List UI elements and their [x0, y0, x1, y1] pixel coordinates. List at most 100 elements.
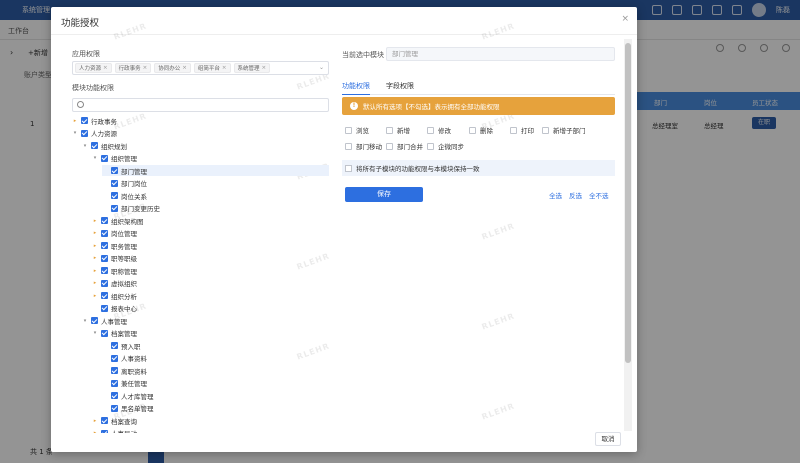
permission-checkbox[interactable]: 修改	[427, 125, 451, 135]
checkbox[interactable]	[101, 429, 108, 433]
scrollbar-thumb[interactable]	[625, 43, 631, 363]
checkbox[interactable]	[345, 126, 352, 134]
checkbox[interactable]	[111, 167, 118, 174]
caret-right-icon[interactable]: ▸	[92, 430, 98, 433]
sync-submodules-checkbox[interactable]: 将所有子模块的功能权限与本模块保持一致	[342, 160, 615, 176]
tree-node[interactable]: ▾ 人力资源	[72, 128, 117, 139]
tree-node[interactable]: 报表中心	[92, 303, 137, 314]
tree-node[interactable]: ▾ 人事管理	[82, 315, 127, 326]
tag-remove-icon[interactable]: ×	[222, 65, 227, 71]
checkbox[interactable]	[111, 204, 118, 212]
permission-checkbox[interactable]: 浏览	[345, 125, 369, 135]
permission-checkbox[interactable]: 新增子部门	[542, 125, 586, 135]
select-all-link[interactable]: 全选	[549, 190, 562, 200]
tree-node[interactable]: 离职资料	[102, 365, 147, 376]
checkbox[interactable]	[111, 367, 118, 374]
cancel-button[interactable]: 取消	[595, 432, 621, 446]
caret-right-icon[interactable]: ▸	[72, 118, 78, 124]
checkbox[interactable]	[101, 242, 108, 249]
checkbox[interactable]	[345, 164, 352, 172]
permission-checkbox[interactable]: 部门合并	[386, 141, 423, 151]
checkbox[interactable]	[111, 179, 118, 187]
tag-remove-icon[interactable]: ×	[103, 65, 108, 71]
caret-right-icon[interactable]: ▸	[92, 243, 98, 249]
tree-node[interactable]: ▸ 虚拟组织	[92, 278, 137, 289]
tag-remove-icon[interactable]: ×	[143, 65, 148, 71]
tree-node[interactable]: ▾ 组织管理	[92, 153, 137, 164]
caret-right-icon[interactable]: ▸	[92, 255, 98, 261]
caret-right-icon[interactable]: ▸	[92, 293, 98, 299]
checkbox[interactable]	[427, 142, 434, 150]
save-button[interactable]: 保存	[345, 187, 423, 202]
deselect-all-link[interactable]: 全不选	[589, 190, 609, 200]
tree-node[interactable]: 人才库管理	[102, 390, 154, 401]
tree-node[interactable]: ▸ 职称管理	[92, 265, 137, 276]
checkbox[interactable]	[101, 154, 108, 162]
tree-node[interactable]: 部门岗位	[102, 178, 147, 189]
tree-node[interactable]: 黑名单管理	[102, 403, 154, 414]
checkbox[interactable]	[427, 126, 434, 134]
checkbox[interactable]	[510, 126, 517, 134]
checkbox[interactable]	[101, 229, 108, 237]
permission-checkbox[interactable]: 新增	[386, 125, 410, 135]
caret-down-icon[interactable]: ▾	[82, 143, 88, 149]
tree-node[interactable]: 部门变更历史	[102, 203, 160, 214]
checkbox[interactable]	[101, 417, 108, 424]
checkbox[interactable]	[101, 292, 108, 299]
checkbox[interactable]	[101, 254, 108, 262]
checkbox[interactable]	[111, 192, 118, 199]
tree-node[interactable]: ▸ 人事异动	[92, 428, 137, 433]
caret-down-icon[interactable]: ▾	[92, 330, 98, 336]
checkbox[interactable]	[469, 126, 476, 134]
caret-right-icon[interactable]: ▸	[92, 418, 98, 424]
chevron-down-icon[interactable]: ⌄	[319, 64, 324, 71]
checkbox[interactable]	[111, 404, 118, 412]
invert-select-link[interactable]: 反选	[569, 190, 582, 200]
tree-node[interactable]: 岗位关系	[102, 190, 147, 201]
caret-down-icon[interactable]: ▾	[82, 318, 88, 324]
tree-node[interactable]: 部门管理	[102, 165, 329, 176]
tree-node[interactable]: 兼任管理	[102, 378, 147, 389]
checkbox[interactable]	[101, 267, 108, 274]
tree-node[interactable]: ▾ 档案管理	[92, 328, 137, 339]
tree-node[interactable]: ▸ 档案查询	[92, 415, 137, 426]
tree-node[interactable]: ▸ 职等职级	[92, 253, 137, 264]
checkbox[interactable]	[81, 129, 88, 137]
checkbox[interactable]	[111, 379, 118, 387]
checkbox[interactable]	[91, 317, 98, 324]
tree-node[interactable]: ▸ 职务管理	[92, 240, 137, 251]
caret-down-icon[interactable]: ▾	[92, 155, 98, 161]
tab-field-permission[interactable]: 字段权限	[386, 81, 414, 95]
caret-right-icon[interactable]: ▸	[92, 268, 98, 274]
dialog-scrollbar[interactable]	[624, 39, 632, 431]
tree-node[interactable]: 人事资料	[102, 353, 147, 364]
tree-search-input[interactable]	[72, 98, 329, 112]
checkbox[interactable]	[81, 117, 88, 124]
checkbox[interactable]	[386, 126, 393, 134]
tag-remove-icon[interactable]: ×	[262, 65, 267, 71]
checkbox[interactable]	[111, 392, 118, 399]
caret-right-icon[interactable]: ▸	[92, 280, 98, 286]
checkbox[interactable]	[101, 279, 108, 287]
checkbox[interactable]	[542, 126, 549, 134]
tree-node[interactable]: ▸ 岗位管理	[92, 228, 137, 239]
checkbox[interactable]	[386, 142, 393, 150]
checkbox[interactable]	[101, 329, 108, 337]
checkbox[interactable]	[345, 142, 352, 150]
close-icon[interactable]: ×	[621, 14, 629, 24]
checkbox[interactable]	[101, 217, 108, 224]
tree-node[interactable]: ▸ 行政事务	[72, 115, 117, 126]
app-permission-select[interactable]: 人力资源 × 行政事务 × 协同办公 × 组简平台 × 系统管理 × ⌄	[72, 61, 329, 75]
tab-function-permission[interactable]: 功能权限	[342, 81, 370, 95]
checkbox[interactable]	[101, 304, 108, 312]
permission-checkbox[interactable]: 企微同步	[427, 141, 464, 151]
checkbox[interactable]	[111, 342, 118, 349]
tree-node[interactable]: 预入职	[102, 340, 141, 351]
permission-checkbox[interactable]: 部门移动	[345, 141, 382, 151]
caret-down-icon[interactable]: ▾	[72, 130, 78, 136]
caret-right-icon[interactable]: ▸	[92, 230, 98, 236]
tree-node[interactable]: ▸ 组织架构图	[92, 215, 144, 226]
tree-node[interactable]: ▸ 组织分析	[92, 290, 137, 301]
permission-checkbox[interactable]: 删除	[469, 125, 493, 135]
permission-checkbox[interactable]: 打印	[510, 125, 534, 135]
